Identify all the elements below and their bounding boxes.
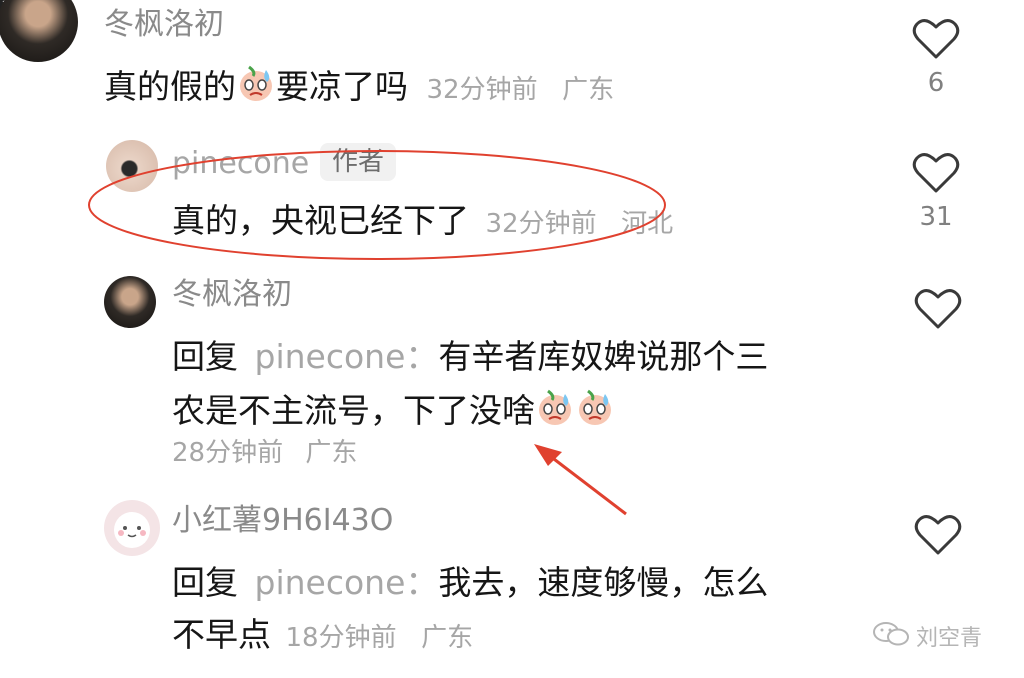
comment-location: 广东 [421, 623, 474, 653]
avatar-user-1[interactable] [0, 0, 78, 62]
comment-text-part1: 真的假的 [104, 67, 236, 106]
like-count: 31 [919, 202, 953, 232]
heart-outline-icon[interactable] [912, 16, 960, 60]
comment-text-body: 农是不主流号，下了没啥 [172, 391, 535, 430]
comment-text-body: 有辛者库奴婢说那个三 [438, 337, 769, 376]
reply-to-user[interactable]: pinecone： [255, 337, 439, 376]
wechat-logo-icon [873, 622, 909, 646]
watermark-text: 刘空青 [916, 626, 983, 651]
comment-text-line2: 不早点 18分钟前 广东 [172, 612, 473, 661]
comment-text-body: 我去，速度够慢，怎么 [438, 563, 769, 602]
comment-author[interactable]: 冬枫洛初 [172, 276, 292, 314]
comment-location: 广东 [562, 75, 615, 105]
cartoon-avatar-icon [114, 512, 150, 548]
comment-author[interactable]: 小红薯9H6I43O [172, 502, 393, 540]
comment-text: 真的假的 要凉了吗 32分钟前 广东 [104, 64, 614, 113]
comment-text-part2: 要凉了吗 [276, 67, 408, 106]
annotation-ellipse [88, 150, 666, 260]
like-button[interactable] [910, 512, 966, 560]
reply-label: 回复 [172, 563, 238, 602]
heart-outline-icon[interactable] [914, 512, 962, 556]
reply-label: 回复 [172, 337, 238, 376]
avatar-user-1-small[interactable] [104, 276, 156, 328]
comment-text-line1: 回复 pinecone：我去，速度够慢，怎么 [172, 560, 768, 606]
comment-text-line1: 回复 pinecone：有辛者库奴婢说那个三 [172, 334, 768, 380]
annotation-arrow [534, 444, 627, 516]
like-button[interactable]: 31 [908, 150, 964, 232]
reply-to-user[interactable]: pinecone： [255, 563, 439, 602]
comment-time: 18分钟前 [285, 623, 397, 653]
sweating-face-emoji-icon [539, 389, 571, 425]
comment-time: 32分钟前 [426, 75, 538, 105]
sweating-face-emoji-icon [579, 389, 611, 425]
sweating-face-emoji-icon [240, 65, 272, 101]
comment-location: 广东 [305, 438, 358, 468]
comment-author[interactable]: 冬枫洛初 [104, 6, 224, 44]
like-button[interactable]: 6 [908, 16, 964, 98]
comment-time: 28分钟前 [172, 438, 284, 468]
avatar-user-3[interactable] [104, 500, 160, 556]
comment-meta: 28分钟前 广东 [172, 436, 357, 470]
heart-outline-icon[interactable] [912, 150, 960, 194]
like-count: 6 [927, 68, 945, 98]
heart-outline-icon[interactable] [914, 286, 962, 330]
comment-text-line2: 农是不主流号，下了没啥 [172, 388, 615, 434]
like-button[interactable] [910, 286, 966, 334]
comment-text-body: 不早点 [172, 615, 271, 654]
